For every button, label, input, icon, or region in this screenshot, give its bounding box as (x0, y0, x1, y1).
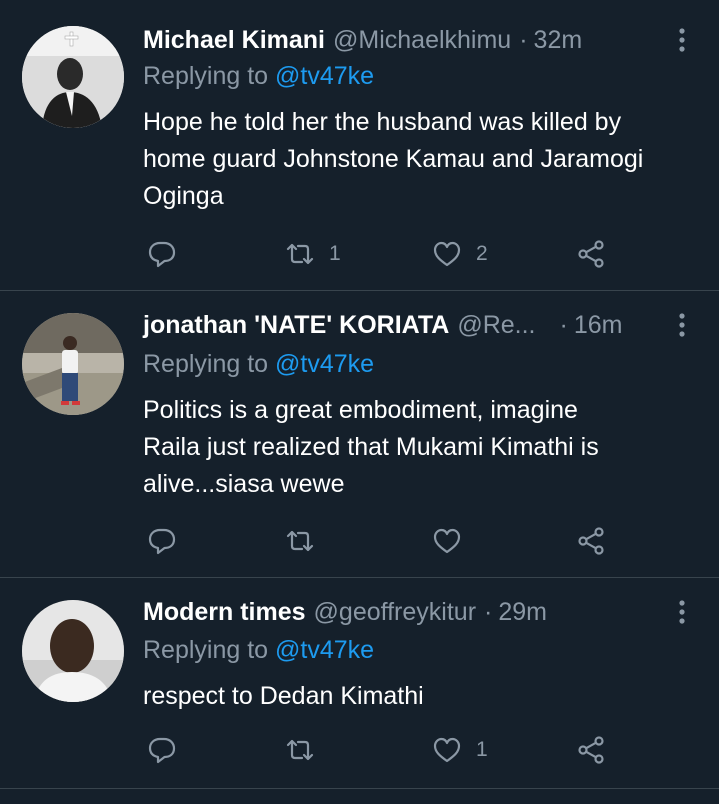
tweet-text: respect to Dedan Kimathi (143, 678, 703, 715)
reply-icon (148, 737, 176, 764)
replying-to: Replying to @tv47ke (143, 62, 374, 91)
like-icon (433, 241, 461, 267)
author-handle[interactable]: @Re... (457, 311, 535, 340)
tweet-text-line: Politics is a great embodiment, imagine (143, 396, 578, 424)
action-bar: 1 2 (0, 234, 719, 274)
separator-dot: · (519, 25, 528, 54)
share-icon (578, 527, 604, 555)
avatar[interactable] (22, 600, 124, 702)
mention-link[interactable]: @tv47ke (275, 62, 374, 90)
timestamp[interactable]: 29m (498, 598, 547, 627)
tweet-header: jonathan 'NATE' KORIATA @Re... · 16m (143, 307, 622, 343)
tweet-text-line: alive...siasa wewe (143, 470, 345, 498)
reply-icon (148, 528, 176, 555)
retweet-button[interactable] (285, 730, 329, 770)
like-icon (433, 737, 461, 763)
tweet-2[interactable]: jonathan 'NATE' KORIATA @Re... · 16m Rep… (0, 291, 719, 578)
replying-label: Replying to (143, 350, 269, 378)
share-icon (578, 240, 604, 268)
replying-label: Replying to (143, 62, 269, 90)
author-name[interactable]: Michael Kimani (143, 26, 325, 55)
tweet-text-line: respect to Dedan Kimathi (143, 682, 424, 710)
mention-link[interactable]: @tv47ke (275, 636, 374, 664)
tweet-header: Michael Kimani @Michaelkhimu · 32m (143, 22, 582, 58)
author-handle[interactable]: @Michaelkhimu (333, 26, 511, 55)
share-icon (578, 736, 604, 764)
retweet-count: 1 (329, 242, 341, 265)
replying-to: Replying to @tv47ke (143, 350, 374, 379)
like-button[interactable] (432, 521, 476, 561)
retweet-button[interactable]: 1 (285, 234, 341, 274)
tweet-text-line: home guard Johnstone Kamau and Jaramogi (143, 145, 644, 173)
separator-dot: · (484, 597, 493, 626)
more-icon[interactable] (670, 22, 694, 58)
timestamp[interactable]: 16m (574, 311, 623, 340)
retweet-icon (286, 530, 314, 552)
like-button[interactable]: 1 (432, 730, 488, 770)
separator-dot: · (559, 310, 568, 339)
more-icon[interactable] (670, 594, 694, 630)
like-icon (433, 528, 461, 554)
reply-button[interactable] (147, 521, 177, 561)
replying-to: Replying to @tv47ke (143, 636, 374, 665)
author-name[interactable]: Modern times (143, 598, 306, 627)
tweet-3[interactable]: Modern times @geoffreykitur · 29m Replyi… (0, 578, 719, 789)
retweet-icon (286, 243, 314, 265)
author-handle[interactable]: @geoffreykitur (314, 598, 477, 627)
replying-label: Replying to (143, 636, 269, 664)
more-icon[interactable] (670, 307, 694, 343)
tweet-text-line: Hope he told her the husband was killed … (143, 108, 622, 136)
retweet-icon (286, 739, 314, 761)
share-button[interactable] (577, 521, 607, 561)
tweet-text: Hope he told her the husband was killed … (143, 104, 703, 215)
retweet-button[interactable] (285, 521, 329, 561)
like-count: 2 (476, 242, 488, 265)
like-button[interactable]: 2 (432, 234, 488, 274)
avatar[interactable] (22, 26, 124, 128)
mention-link[interactable]: @tv47ke (275, 350, 374, 378)
timestamp[interactable]: 32m (534, 26, 583, 55)
like-count: 1 (476, 738, 488, 761)
tweet-header: Modern times @geoffreykitur · 29m (143, 594, 547, 630)
reply-icon (148, 241, 176, 268)
share-button[interactable] (577, 234, 607, 274)
reply-button[interactable] (147, 730, 177, 770)
tweet-text-line: Raila just realized that Mukami Kimathi … (143, 433, 599, 461)
action-bar: 1 (0, 730, 719, 770)
reply-button[interactable] (147, 234, 177, 274)
avatar[interactable] (22, 313, 124, 415)
tweet-text-line: Oginga (143, 182, 224, 210)
action-bar (0, 521, 719, 561)
tweet-1[interactable]: Michael Kimani @Michaelkhimu · 32m Reply… (0, 0, 719, 291)
share-button[interactable] (577, 730, 607, 770)
tweet-text: Politics is a great embodiment, imagine … (143, 392, 703, 503)
author-name[interactable]: jonathan 'NATE' KORIATA (143, 311, 449, 340)
